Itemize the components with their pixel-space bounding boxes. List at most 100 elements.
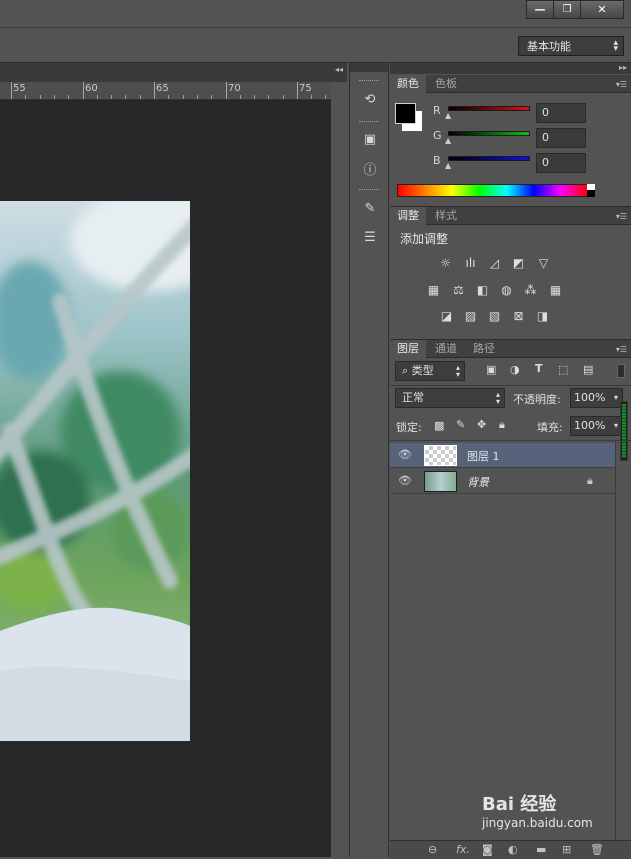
slider-thumb-icon[interactable]: ▲: [445, 136, 451, 145]
channel-label-g: G: [433, 129, 442, 142]
history-icon[interactable]: ⟲: [360, 89, 380, 109]
panel-icon-dock: ⟲ ▣ ⓘ ✎ ☰: [349, 63, 389, 857]
fx-icon[interactable]: fx.: [456, 843, 470, 856]
lock-position-icon[interactable]: ✥: [477, 418, 486, 431]
watermark-url: jingyan.baidu.com: [482, 816, 593, 830]
levels-icon[interactable]: ılı: [462, 255, 479, 270]
lock-all-icon[interactable]: 🔒︎: [499, 418, 505, 432]
opacity-label: 不透明度:: [513, 393, 561, 406]
layer-row-layer1[interactable]: 👁︎ 图层 1: [390, 443, 615, 468]
eye-icon[interactable]: 👁︎: [398, 448, 412, 461]
layers-scrollbar[interactable]: [620, 401, 628, 461]
restore-button[interactable]: ❐: [553, 0, 581, 19]
threshold-icon[interactable]: ▧: [486, 308, 503, 323]
channel-mixer-icon[interactable]: ⁂: [522, 282, 539, 297]
slider-thumb-icon[interactable]: ▲: [445, 161, 451, 170]
color-spectrum-bar[interactable]: [397, 184, 589, 197]
lock-icon: 🔒︎: [587, 474, 593, 487]
layer-name[interactable]: 背景: [467, 474, 489, 490]
panel-menu-icon[interactable]: ▾☰: [616, 212, 627, 221]
curves-icon[interactable]: ◿: [486, 255, 503, 270]
watermark-logo: Bai 经验: [482, 794, 557, 815]
brush-icon[interactable]: ✎: [360, 198, 380, 218]
fill-field[interactable]: 100% ▾: [570, 416, 623, 436]
lock-label: 锁定:: [396, 421, 422, 434]
opacity-field[interactable]: 100% ▾: [570, 388, 623, 408]
filter-shape-icon[interactable]: ⬚: [558, 363, 568, 376]
link-layers-icon[interactable]: ⊖: [428, 843, 437, 856]
color-panel-tabs: 颜色 色板 ▾☰: [390, 75, 631, 93]
vibrance-icon[interactable]: ▽: [535, 255, 552, 270]
red-slider[interactable]: [448, 106, 530, 111]
layer-thumbnail: [424, 445, 457, 466]
adjustments-panel: 调整 样式 ▾☰ 添加调整 ☼ ılı ◿ ◩ ▽ ▦ ⚖ ◧ ◍ ⁂ ▦ ◪ …: [390, 206, 631, 337]
filter-smart-object-icon[interactable]: ▤: [583, 363, 593, 376]
document-tab-strip: ◂◂: [0, 63, 347, 82]
layer-row-background[interactable]: 👁︎ 背景 🔒︎: [390, 469, 615, 494]
chevron-down-icon: ▾: [613, 421, 618, 430]
blend-mode-dropdown[interactable]: 正常 ▴ ▾: [395, 388, 505, 408]
workspace-label: 基本功能: [527, 40, 571, 53]
filter-type-icon[interactable]: T: [535, 362, 543, 375]
trash-icon[interactable]: 🗑︎: [590, 843, 604, 856]
hue-saturation-icon[interactable]: ▦: [425, 282, 442, 297]
info-icon[interactable]: ⓘ: [360, 158, 380, 178]
black-swatch[interactable]: [587, 190, 595, 197]
adjustments-panel-tabs: 调整 样式 ▾☰: [390, 207, 631, 225]
properties-icon[interactable]: ▣: [360, 129, 380, 149]
brightness-contrast-icon[interactable]: ☼: [437, 255, 454, 270]
red-value-field[interactable]: 0: [536, 103, 586, 123]
black-white-icon[interactable]: ◧: [474, 282, 491, 297]
lock-image-icon[interactable]: ✎: [456, 418, 465, 431]
layers-panel: 图层 通道 路径 ▾☰ ⌕ 类型 ▴ ▾ ▣ ◑ T ⬚ ▤ 正常 ▴ ▾ 不透明度…: [390, 339, 631, 859]
invert-icon[interactable]: ◪: [438, 308, 455, 323]
filter-adjustment-icon[interactable]: ◑: [510, 363, 520, 376]
layer-filter-dropdown[interactable]: ⌕ 类型 ▴ ▾: [395, 361, 465, 381]
tab-swatches[interactable]: 色板: [428, 75, 464, 93]
slider-thumb-icon[interactable]: ▲: [445, 111, 451, 120]
new-adjustment-layer-icon[interactable]: ◐: [508, 843, 518, 856]
filter-pixel-icon[interactable]: ▣: [486, 363, 496, 376]
search-icon: ⌕: [402, 364, 412, 377]
lock-transparent-icon[interactable]: ▩: [434, 419, 444, 432]
collapse-arrows-icon[interactable]: ◂◂: [335, 65, 343, 74]
tab-color[interactable]: 颜色: [390, 75, 426, 93]
posterize-icon[interactable]: ▨: [462, 308, 479, 323]
selective-color-icon[interactable]: ◨: [534, 308, 551, 323]
horizontal-ruler: 55 60 65 70 75: [0, 82, 331, 100]
color-balance-icon[interactable]: ⚖: [450, 282, 467, 297]
gradient-map-icon[interactable]: ⊠: [510, 308, 527, 323]
channel-label-b: B: [433, 154, 441, 167]
expand-arrows-icon[interactable]: ▸▸: [619, 63, 627, 72]
green-value-field[interactable]: 0: [536, 128, 586, 148]
color-panel: 颜色 色板 ▾☰ R ▲ 0 G ▲ 0 B ▲ 0: [390, 75, 631, 203]
tab-channels[interactable]: 通道: [428, 340, 464, 358]
eye-icon[interactable]: 👁︎: [398, 474, 412, 487]
add-mask-icon[interactable]: ◙: [482, 843, 493, 856]
panel-menu-icon[interactable]: ▾☰: [616, 80, 627, 89]
blue-value-field[interactable]: 0: [536, 153, 586, 173]
photo-filter-icon[interactable]: ◍: [498, 282, 515, 297]
tab-layers[interactable]: 图层: [390, 340, 426, 358]
color-lookup-icon[interactable]: ▦: [547, 282, 564, 297]
tab-paths[interactable]: 路径: [466, 340, 502, 358]
blue-slider[interactable]: [448, 156, 530, 161]
brush-presets-icon[interactable]: ☰: [360, 227, 380, 247]
ruler-minor-ticks: [25, 95, 326, 99]
filter-toggle[interactable]: [617, 364, 625, 378]
close-button[interactable]: ✕: [580, 0, 624, 19]
panel-menu-icon[interactable]: ▾☰: [616, 345, 627, 354]
minimize-button[interactable]: —: [526, 0, 554, 19]
updown-arrow-icon: ▴ ▾: [455, 363, 460, 379]
tab-adjustments[interactable]: 调整: [390, 207, 426, 225]
workspace-switcher[interactable]: 基本功能 ▴ ▾: [518, 36, 624, 56]
tab-styles[interactable]: 样式: [428, 207, 464, 225]
document-image[interactable]: [0, 201, 190, 741]
exposure-icon[interactable]: ◩: [510, 255, 527, 270]
new-group-icon[interactable]: ▬: [536, 843, 546, 856]
layer-name[interactable]: 图层 1: [467, 448, 500, 464]
updown-arrow-icon: ▴ ▾: [613, 38, 618, 54]
green-slider[interactable]: [448, 131, 530, 136]
foreground-color-swatch[interactable]: [395, 103, 416, 124]
new-layer-icon[interactable]: ⊞: [562, 843, 571, 856]
